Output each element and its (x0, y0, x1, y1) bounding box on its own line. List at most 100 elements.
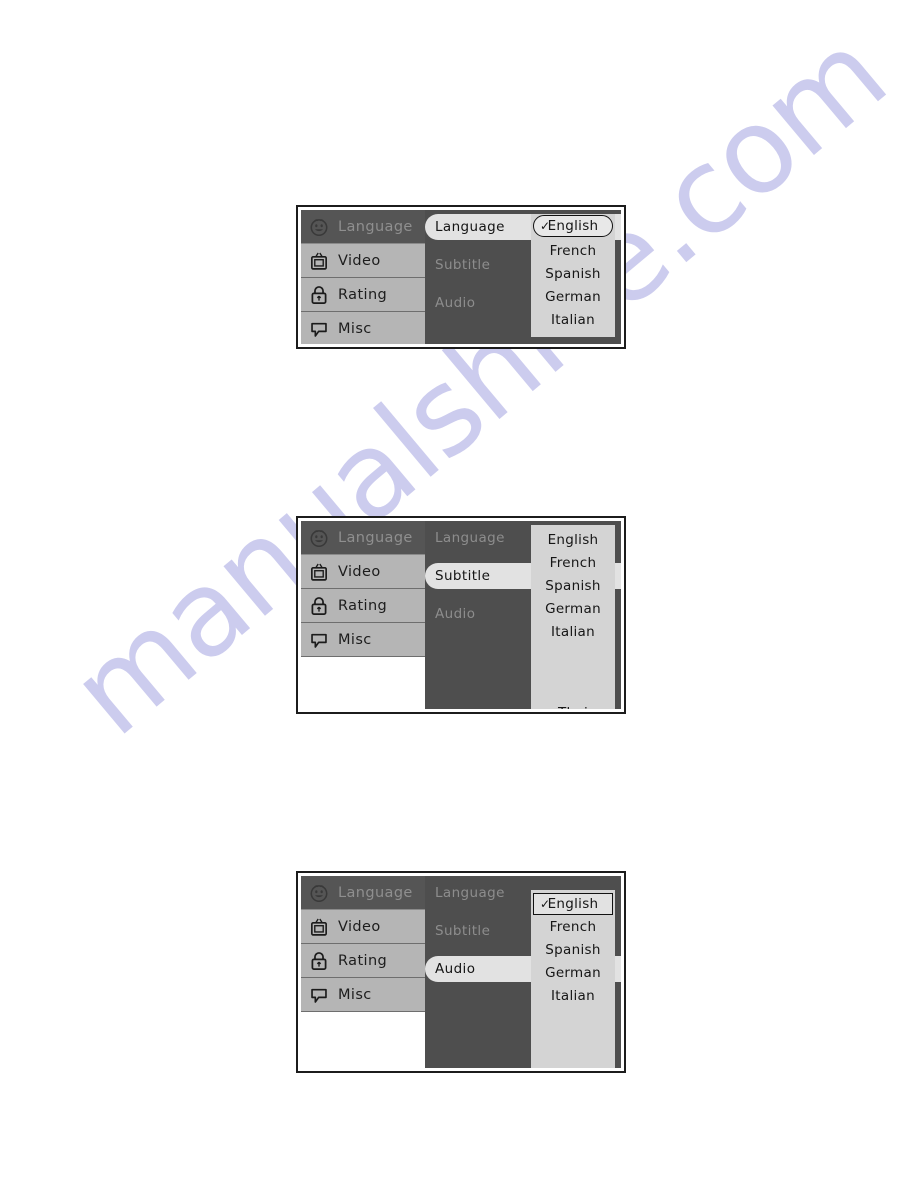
audio-option-dropdown[interactable]: ✓ English French Spanish German Italian … (531, 890, 615, 1068)
dropdown-option-german[interactable]: German (531, 597, 615, 620)
dropdown-option-label: Spanish (545, 941, 601, 958)
sidebar: Language Video Rating Misc (301, 210, 425, 344)
sidebar-item-label: Rating (338, 952, 388, 969)
middle-item-audio[interactable]: Audio (425, 290, 545, 316)
dropdown-option-label: French (549, 918, 597, 935)
middle-item-label: Audio (435, 961, 476, 977)
dropdown-option-spanish[interactable]: Spanish (531, 262, 615, 285)
dropdown-option-spanish[interactable]: Spanish (531, 938, 615, 961)
sidebar-item-label: Misc (338, 321, 372, 337)
dropdown-option-label: English (547, 531, 599, 548)
dropdown-option-label: Italian (551, 311, 595, 328)
middle-item-label: Language (435, 530, 505, 546)
sidebar-item-misc[interactable]: Misc (301, 623, 425, 657)
sidebar-item-label: Misc (338, 986, 372, 1003)
sidebar-item-label: Language (338, 884, 413, 901)
smiley-face-icon (308, 216, 330, 238)
padlock-icon (308, 284, 330, 306)
dropdown-option-spanish[interactable]: Spanish (531, 574, 615, 597)
sidebar-empty-area (301, 657, 425, 709)
dropdown-option-label: English (547, 896, 599, 912)
sidebar-item-language[interactable]: Language (301, 521, 425, 555)
dropdown-scroll-gap (531, 1007, 615, 1062)
dropdown-option-italian[interactable]: Italian (531, 984, 615, 1007)
speech-bubble-icon (308, 629, 330, 651)
sidebar: Language Video Rating Misc (301, 521, 425, 709)
dropdown-option-label: English (547, 218, 599, 234)
middle-item-label: Subtitle (435, 923, 491, 939)
sidebar-item-label: Video (338, 563, 381, 580)
osd-body: Language Video Rating Misc Language Subt… (301, 521, 621, 709)
dropdown-option-german[interactable]: German (531, 961, 615, 984)
dropdown-option-thai[interactable]: Thai (531, 701, 615, 710)
subtitle-option-dropdown[interactable]: English French Spanish German Italian Th… (531, 525, 615, 709)
sidebar-item-label: Language (338, 529, 413, 546)
osd-panel-language: Language Video Rating Misc Language Subt… (296, 205, 626, 349)
middle-item-label: Subtitle (435, 568, 491, 584)
sidebar-item-misc[interactable]: Misc (301, 312, 425, 344)
dropdown-option-label: Italian (551, 623, 595, 640)
middle-item-label: Language (435, 219, 505, 235)
middle-item-label: Subtitle (435, 257, 491, 273)
television-icon (308, 561, 330, 583)
sidebar-item-language[interactable]: Language (301, 876, 425, 910)
sidebar: Language Video Rating Misc (301, 876, 425, 1068)
dropdown-option-english[interactable]: ✓ English (533, 893, 613, 915)
sidebar-item-video[interactable]: Video (301, 244, 425, 278)
dropdown-option-label: Spanish (545, 265, 601, 282)
speech-bubble-icon (308, 984, 330, 1006)
dropdown-option-english[interactable]: English (531, 528, 615, 551)
middle-item-audio[interactable]: Audio (425, 601, 545, 627)
language-option-dropdown[interactable]: ✓ English French Spanish German Italian (531, 214, 615, 337)
dropdown-option-italian[interactable]: Italian (531, 308, 615, 331)
sidebar-item-video[interactable]: Video (301, 910, 425, 944)
dropdown-option-label: Thai (558, 705, 588, 710)
osd-body: Language Video Rating Misc Language Subt… (301, 876, 621, 1068)
osd-panel-audio: Language Video Rating Misc Language Subt… (296, 871, 626, 1073)
sidebar-item-rating[interactable]: Rating (301, 589, 425, 623)
television-icon (308, 250, 330, 272)
sidebar-item-rating[interactable]: Rating (301, 944, 425, 978)
smiley-face-icon (308, 527, 330, 549)
sidebar-item-label: Video (338, 252, 381, 269)
sidebar-item-language[interactable]: Language (301, 210, 425, 244)
sidebar-empty-area (301, 1012, 425, 1068)
television-icon (308, 916, 330, 938)
dropdown-option-label: French (549, 554, 597, 571)
smiley-face-icon (308, 882, 330, 904)
sidebar-item-misc[interactable]: Misc (301, 978, 425, 1012)
dropdown-option-french[interactable]: French (531, 551, 615, 574)
sidebar-item-label: Misc (338, 631, 372, 648)
dropdown-option-french[interactable]: French (531, 915, 615, 938)
dropdown-option-italian[interactable]: Italian (531, 620, 615, 643)
sidebar-item-rating[interactable]: Rating (301, 278, 425, 312)
dropdown-option-label: Italian (551, 987, 595, 1004)
dropdown-option-label: German (545, 288, 601, 305)
dropdown-option-english[interactable]: ✓ English (533, 215, 613, 237)
middle-item-label: Audio (435, 606, 476, 622)
speech-bubble-icon (308, 318, 330, 340)
dropdown-option-label: German (545, 964, 601, 981)
dropdown-option-label: Thai (558, 1066, 588, 1069)
padlock-icon (308, 595, 330, 617)
padlock-icon (308, 950, 330, 972)
dropdown-option-german[interactable]: German (531, 285, 615, 308)
middle-item-label: Language (435, 885, 505, 901)
sidebar-item-label: Rating (338, 286, 388, 303)
checkmark-icon: ✓ (540, 219, 551, 233)
dropdown-scroll-gap (531, 643, 615, 701)
sidebar-item-label: Rating (338, 597, 388, 614)
sidebar-item-video[interactable]: Video (301, 555, 425, 589)
sidebar-item-label: Language (338, 218, 413, 235)
dropdown-option-label: German (545, 600, 601, 617)
dropdown-option-french[interactable]: French (531, 239, 615, 262)
dropdown-option-thai[interactable]: Thai (531, 1062, 615, 1069)
osd-panel-subtitle: Language Video Rating Misc Language Subt… (296, 516, 626, 714)
middle-item-subtitle[interactable]: Subtitle (425, 918, 545, 944)
osd-body: Language Video Rating Misc Language Subt… (301, 210, 621, 344)
middle-item-language[interactable]: Language (425, 525, 545, 551)
middle-item-subtitle[interactable]: Subtitle (425, 252, 545, 278)
checkmark-icon: ✓ (540, 897, 551, 911)
middle-item-label: Audio (435, 295, 476, 311)
middle-item-language[interactable]: Language (425, 880, 545, 906)
